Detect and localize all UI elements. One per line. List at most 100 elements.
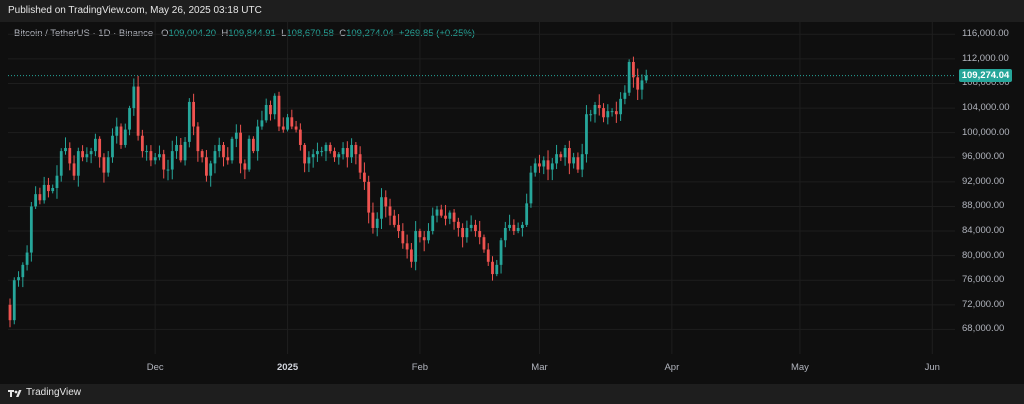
candle-body (294, 126, 298, 130)
candle-body (427, 231, 430, 241)
candle-body (51, 188, 55, 192)
candle-body (469, 224, 473, 228)
candle-body (533, 163, 537, 173)
candle-body (640, 80, 644, 90)
candle-body (226, 157, 230, 161)
candle-body (106, 157, 110, 173)
candle-body (264, 105, 268, 121)
y-tick-label: 80,000.00 (962, 249, 1005, 261)
candle-body (478, 231, 482, 238)
y-tick-label: 116,000.00 (962, 28, 1009, 40)
candle-body (512, 224, 516, 232)
candle-body (251, 138, 255, 152)
y-tick-label: 104,000.00 (962, 102, 1010, 114)
candle-body (205, 157, 208, 176)
candle-body (456, 221, 460, 228)
candle-body (311, 154, 315, 158)
candle-body (303, 144, 307, 164)
candle-body (418, 231, 422, 238)
candle-body (644, 75, 648, 81)
candle-body (409, 249, 413, 262)
candle-body (495, 264, 499, 275)
candle-body (38, 194, 42, 201)
candle-body (610, 111, 614, 113)
candle-body (145, 151, 149, 153)
candle-body (358, 154, 362, 173)
candle-body (158, 154, 161, 158)
candle-body (209, 163, 213, 176)
candle-body (102, 157, 106, 173)
candle-body (328, 144, 332, 152)
candle-body (128, 108, 131, 130)
candle-body (593, 105, 597, 115)
candle-body (632, 61, 635, 78)
candle-body (200, 151, 204, 158)
brand: TradingView (8, 387, 81, 398)
candle-body (341, 148, 345, 155)
candle-body (140, 135, 144, 152)
candle-body (111, 135, 114, 158)
y-tick-label: 100,000.00 (962, 126, 1010, 138)
x-tick-label: 2025 (276, 362, 299, 373)
candlestick-chart[interactable] (0, 0, 1024, 404)
candle-body (580, 154, 584, 170)
candle-body (546, 160, 550, 170)
candle-body (448, 212, 452, 219)
candle-body (538, 163, 541, 167)
candle-body (503, 227, 507, 241)
candle-body (550, 163, 554, 170)
candle-body (324, 144, 328, 152)
candle-body (499, 240, 503, 265)
candle-body (388, 206, 392, 216)
candle-body (307, 157, 311, 164)
candle-body (508, 224, 511, 228)
candle-body (222, 144, 225, 158)
candle-body (585, 114, 588, 155)
candle-body (521, 224, 524, 228)
candle-body (230, 138, 234, 161)
candle-body (320, 151, 324, 153)
candle-body (333, 151, 336, 158)
candle-body (55, 175, 59, 188)
candle-body (602, 108, 605, 118)
candle-body (354, 144, 358, 155)
candle-body (166, 169, 170, 171)
candle-body (187, 101, 191, 142)
candle-body (405, 243, 409, 250)
candle-body (555, 154, 558, 164)
candle-body (260, 120, 264, 127)
y-tick-label: 96,000.00 (962, 151, 1005, 163)
candle-body (123, 129, 127, 145)
candle-body (34, 194, 38, 207)
candle-body (384, 197, 388, 207)
candle-body (136, 86, 140, 136)
candle-body (85, 154, 89, 158)
candle-body (363, 172, 366, 182)
candle-body (491, 261, 494, 275)
candle-body (72, 163, 76, 176)
candle-body (380, 197, 383, 219)
candle-body (247, 138, 251, 170)
candle-body (367, 181, 371, 213)
candle-body (17, 277, 20, 281)
candle-body (486, 249, 490, 262)
candle-body (47, 184, 50, 192)
candle-body (614, 111, 618, 115)
candle-body (196, 126, 200, 152)
candle-body (636, 77, 640, 90)
candle-body (25, 252, 29, 265)
candle-body (567, 148, 571, 164)
candle-body (563, 148, 567, 158)
candle-body (414, 231, 418, 262)
candle-body (392, 215, 396, 225)
candle-body (337, 154, 341, 158)
candle-body (273, 95, 277, 115)
candle-body (239, 132, 242, 164)
candle-body (576, 157, 580, 170)
candle-body (21, 264, 25, 278)
y-tick-label: 72,000.00 (962, 298, 1005, 310)
candle-body (375, 218, 379, 228)
candle-body (474, 224, 477, 232)
candle-body (149, 151, 153, 161)
tradingview-logo-icon (8, 389, 22, 397)
